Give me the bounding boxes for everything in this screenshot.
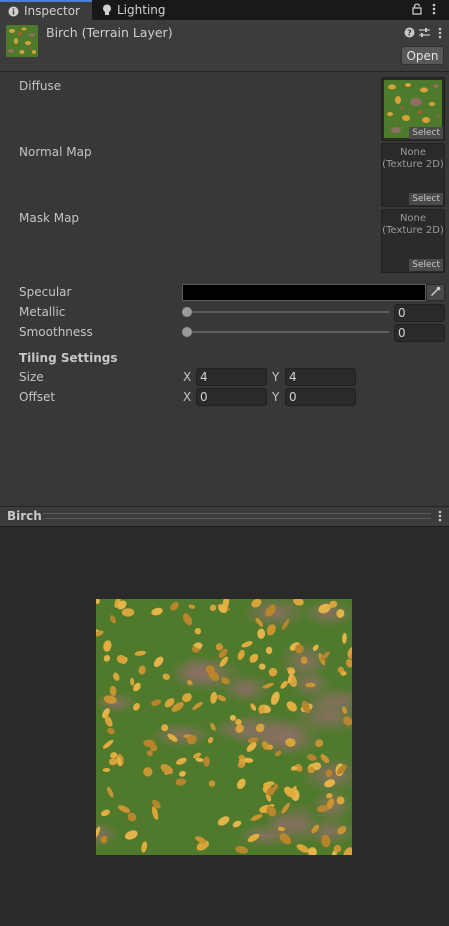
normal-map-type-text: (Texture 2D) — [382, 159, 444, 170]
metallic-label: Metallic — [19, 305, 66, 319]
preview-menu-icon[interactable] — [438, 510, 442, 525]
mask-map-type-text: (Texture 2D) — [382, 225, 444, 236]
mask-map-label: Mask Map — [19, 211, 80, 225]
mask-map-none-text: None — [399, 213, 427, 224]
diffuse-texture-slot[interactable]: Select — [381, 77, 445, 141]
smoothness-slider-handle[interactable] — [182, 327, 192, 337]
tab-label: Inspector — [24, 4, 80, 18]
diffuse-label: Diffuse — [19, 79, 62, 93]
tab-inspector[interactable]: Inspector — [0, 0, 92, 20]
metallic-value-field[interactable]: 0 — [394, 304, 445, 322]
more-options-icon[interactable] — [432, 3, 436, 18]
smoothness-label: Smoothness — [19, 325, 93, 339]
size-y-label: Y — [272, 370, 280, 384]
presets-icon[interactable] — [419, 27, 430, 41]
preview-title: Birch — [7, 509, 42, 523]
specular-color-swatch[interactable] — [182, 284, 426, 301]
normal-map-select-button[interactable]: Select — [409, 193, 443, 205]
tab-lighting[interactable]: Lighting — [102, 0, 182, 20]
dirt-patch — [173, 655, 226, 688]
size-x-field[interactable]: 4 — [196, 368, 267, 386]
leaf — [208, 780, 216, 787]
offset-x-field[interactable]: 0 — [196, 388, 267, 406]
header-title: Birch (Terrain Layer) — [46, 25, 173, 40]
dirt-patch — [149, 721, 213, 749]
info-icon — [8, 6, 19, 17]
dirt-patch — [94, 692, 138, 715]
terrain-texture-preview — [71, 594, 371, 861]
offset-x-label: X — [183, 390, 192, 404]
preview-drag-handle[interactable] — [43, 513, 431, 519]
open-button[interactable]: Open — [401, 46, 444, 65]
diffuse-select-button[interactable]: Select — [409, 127, 443, 139]
leaf — [121, 608, 135, 617]
tiling-settings-heading: Tiling Settings — [19, 351, 118, 365]
eyedropper-icon — [430, 286, 441, 300]
lock-icon[interactable] — [412, 3, 422, 18]
tab-label: Lighting — [117, 3, 166, 17]
offset-y-label: Y — [272, 390, 280, 404]
dirt-patch — [220, 673, 272, 705]
offset-y-field[interactable]: 0 — [285, 388, 356, 406]
smoothness-value-field[interactable]: 0 — [394, 324, 445, 342]
smoothness-slider-track[interactable] — [187, 331, 389, 333]
specular-label: Specular — [19, 285, 72, 299]
size-x-label: X — [183, 370, 192, 384]
normal-map-slot[interactable]: None (Texture 2D) Select — [381, 143, 445, 207]
normal-map-label: Normal Map — [19, 145, 92, 159]
mask-map-slot[interactable]: None (Texture 2D) Select — [381, 209, 445, 273]
component-menu-icon[interactable] — [438, 27, 442, 42]
leaf — [257, 628, 266, 639]
normal-map-none-text: None — [399, 147, 427, 158]
lightbulb-icon — [102, 4, 112, 16]
offset-label: Offset — [19, 390, 56, 404]
terrain-layer-thumbnail — [6, 25, 38, 57]
size-label: Size — [19, 370, 44, 384]
metallic-slider-track[interactable] — [187, 311, 389, 313]
svg-text:?: ? — [407, 29, 412, 38]
mask-map-select-button[interactable]: Select — [409, 259, 443, 271]
metallic-slider-handle[interactable] — [182, 307, 192, 317]
size-y-field[interactable]: 4 — [285, 368, 356, 386]
eyedropper-button[interactable] — [426, 284, 445, 301]
help-icon[interactable]: ? — [404, 27, 415, 41]
